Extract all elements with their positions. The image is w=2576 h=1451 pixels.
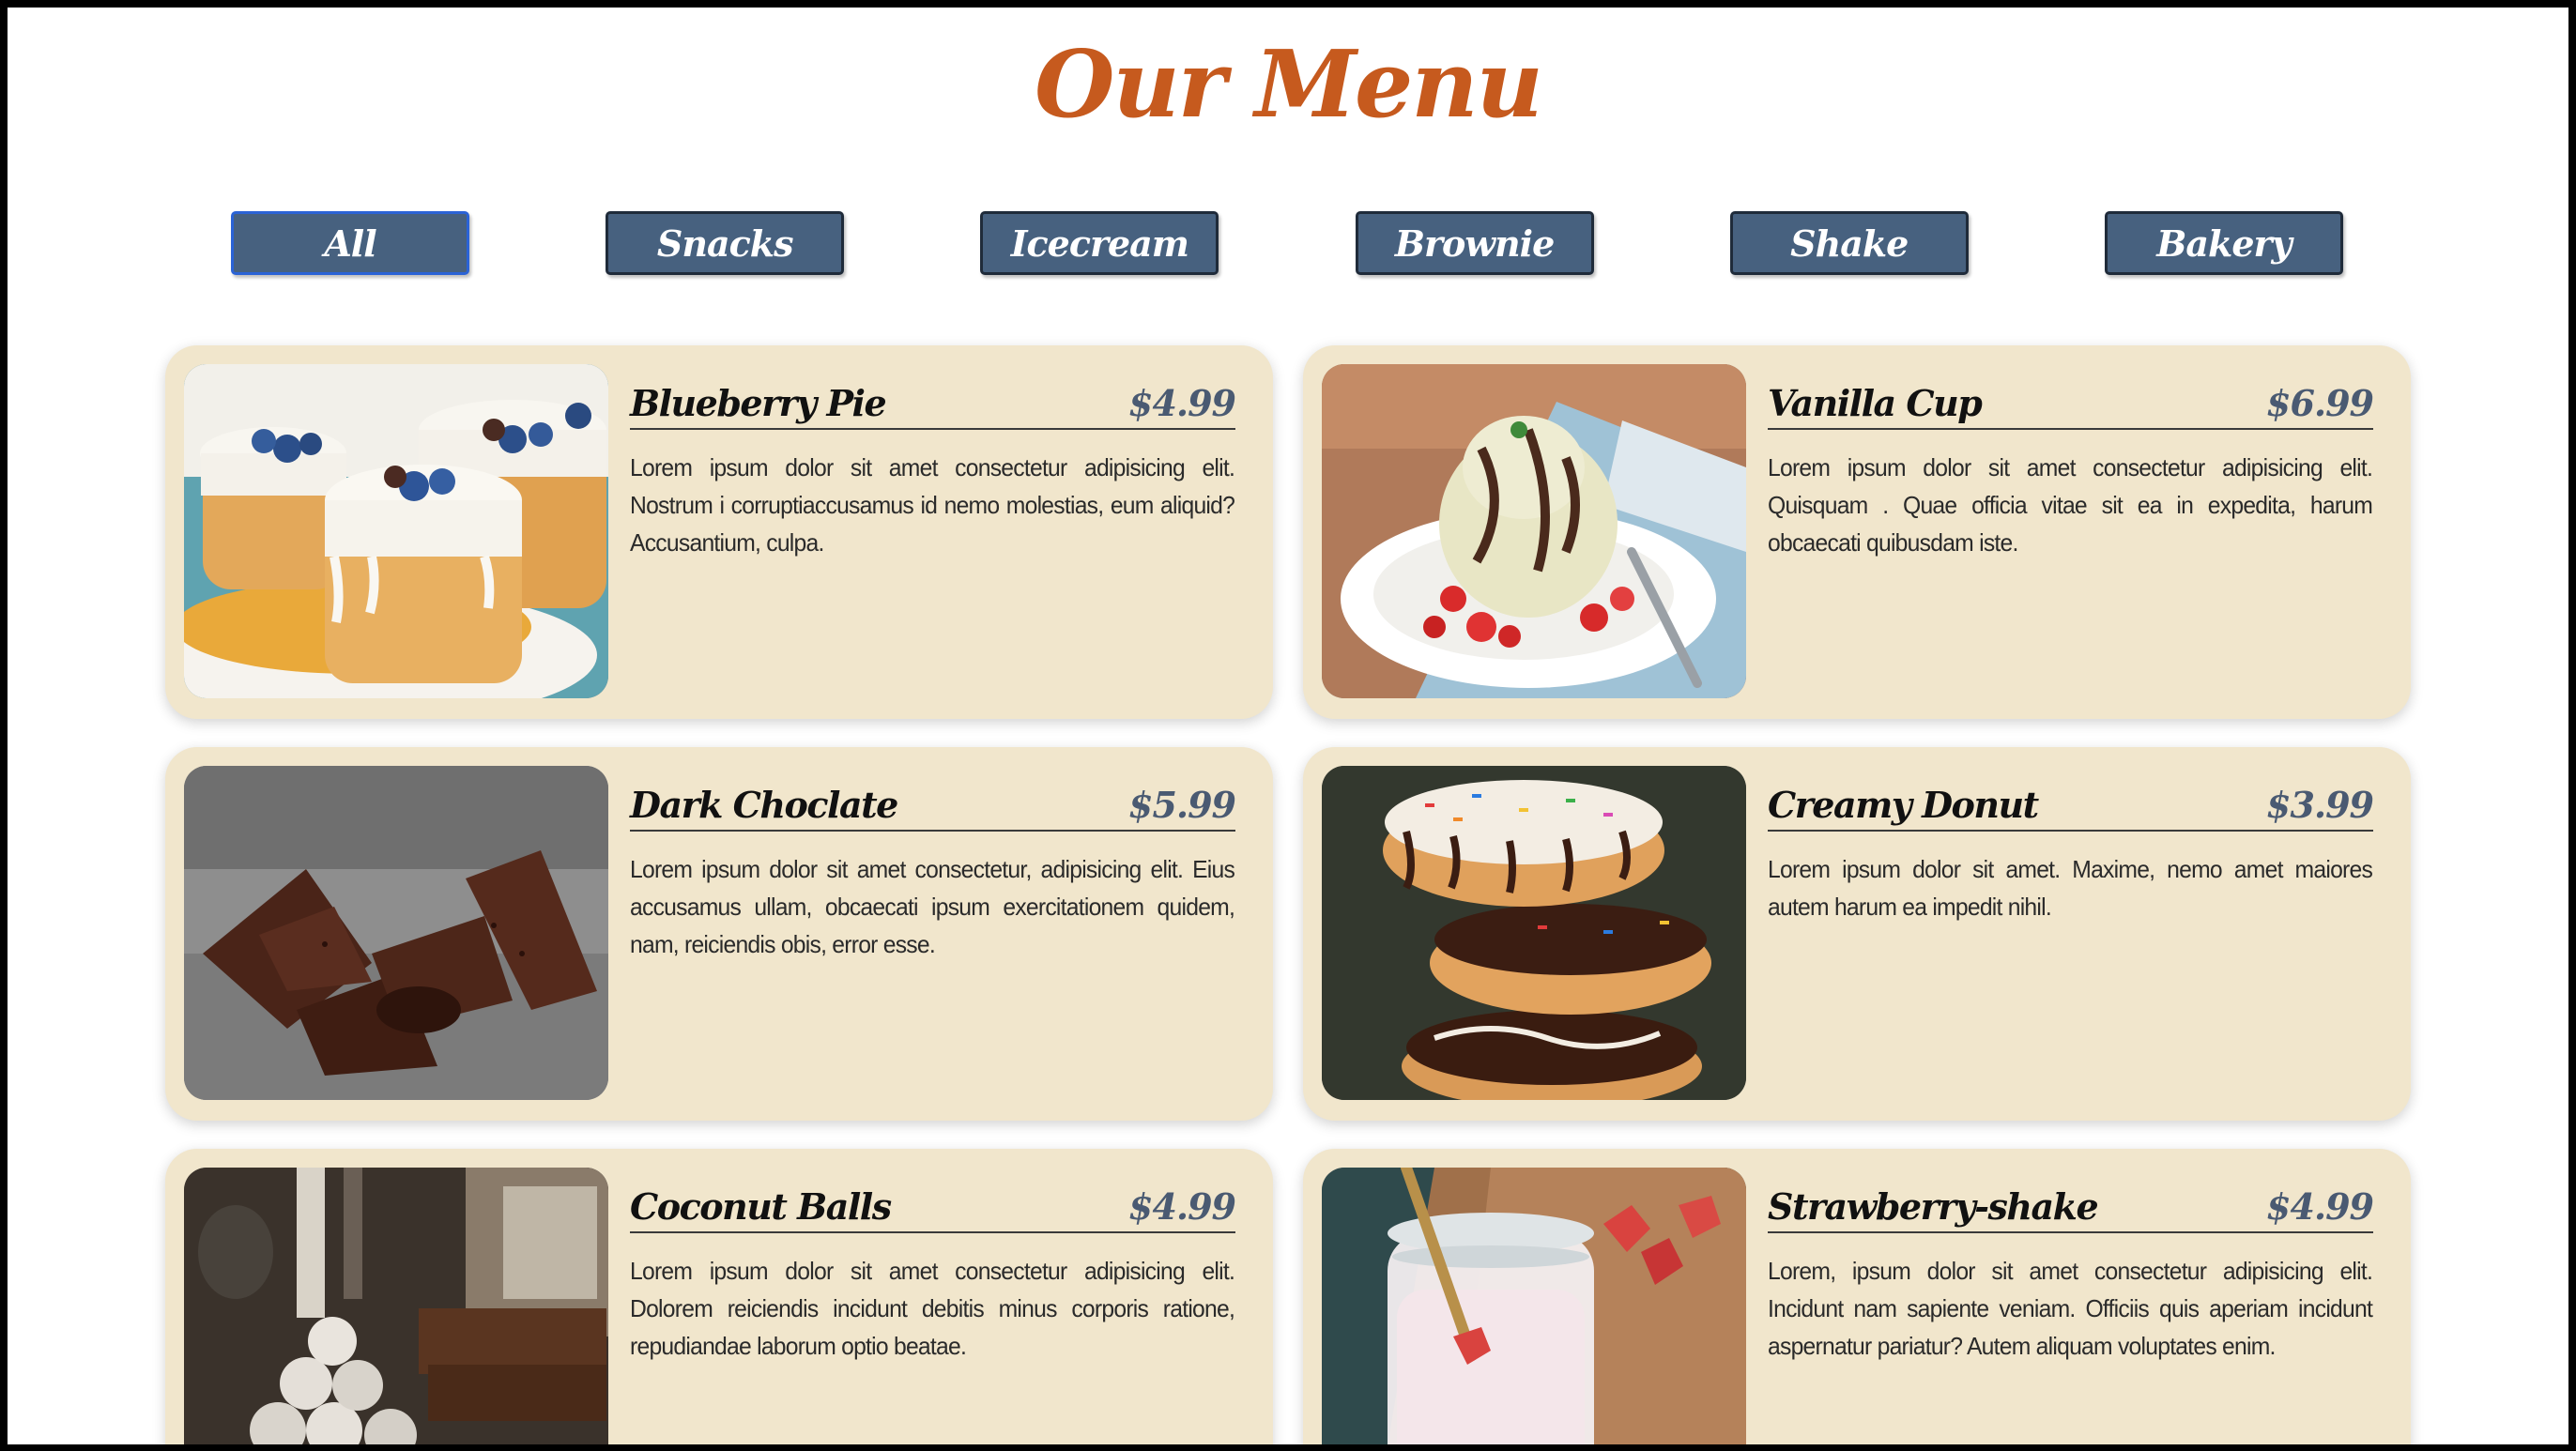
menu-item-price: $4.99 bbox=[2266, 1185, 2374, 1228]
menu-item-info: Dark Choclate $5.99 Lorem ipsum dolor si… bbox=[630, 766, 1236, 963]
menu-item-header: Strawberry-shake $4.99 bbox=[1768, 1168, 2374, 1233]
coconut-balls-photo bbox=[184, 1168, 608, 1444]
donut-stack-photo bbox=[1322, 766, 1746, 1100]
menu-item-header: Blueberry Pie $4.99 bbox=[630, 364, 1236, 430]
blueberry-pie-photo bbox=[184, 364, 608, 698]
page-title: Our Menu bbox=[1035, 31, 1543, 139]
menu-item-description: Lorem ipsum dolor sit amet consectetur, … bbox=[630, 855, 1235, 958]
menu-item-header: Coconut Balls $4.99 bbox=[630, 1168, 1236, 1233]
menu-item-info: Strawberry-shake $4.99 Lorem, ipsum dolo… bbox=[1768, 1168, 2374, 1365]
menu-item-name: Coconut Balls bbox=[630, 1185, 892, 1228]
filter-button-bakery[interactable]: Bakery bbox=[2104, 211, 2343, 275]
menu-item-name: Strawberry-shake bbox=[1768, 1185, 2099, 1228]
menu-item-description: Lorem ipsum dolor sit amet consectetur a… bbox=[630, 453, 1235, 557]
menu-item-header: Vanilla Cup $6.99 bbox=[1768, 364, 2374, 430]
page-frame: Our Menu All Snacks Icecream Brownie Sha… bbox=[0, 0, 2576, 1451]
menu-item-description: Lorem ipsum dolor sit amet consectetur a… bbox=[630, 1257, 1235, 1360]
menu-item-header: Creamy Donut $3.99 bbox=[1768, 766, 2374, 832]
vanilla-icecream-photo bbox=[1322, 364, 1746, 698]
strawberry-shake-photo bbox=[1322, 1168, 1746, 1444]
filter-button-brownie[interactable]: Brownie bbox=[1355, 211, 1594, 275]
menu-item-card[interactable]: Blueberry Pie $4.99 Lorem ipsum dolor si… bbox=[165, 345, 1273, 719]
menu-grid: Blueberry Pie $4.99 Lorem ipsum dolor si… bbox=[165, 345, 2411, 1444]
chocolate-brownie-photo bbox=[184, 766, 608, 1100]
menu-item-name: Blueberry Pie bbox=[630, 382, 887, 424]
menu-item-card[interactable]: Dark Choclate $5.99 Lorem ipsum dolor si… bbox=[165, 747, 1273, 1121]
filter-button-snacks[interactable]: Snacks bbox=[606, 211, 845, 275]
menu-item-info: Creamy Donut $3.99 Lorem ipsum dolor sit… bbox=[1768, 766, 2374, 925]
menu-item-price: $6.99 bbox=[2266, 382, 2374, 424]
menu-item-price: $5.99 bbox=[1128, 784, 1236, 826]
menu-item-name: Vanilla Cup bbox=[1768, 382, 1983, 424]
menu-item-card[interactable]: Creamy Donut $3.99 Lorem ipsum dolor sit… bbox=[1303, 747, 2411, 1121]
menu-item-description: Lorem ipsum dolor sit amet consectetur a… bbox=[1768, 453, 2373, 557]
menu-item-info: Blueberry Pie $4.99 Lorem ipsum dolor si… bbox=[630, 364, 1236, 561]
menu-item-price: $4.99 bbox=[1128, 382, 1236, 424]
menu-item-card[interactable]: Strawberry-shake $4.99 Lorem, ipsum dolo… bbox=[1303, 1149, 2411, 1444]
filter-button-all[interactable]: All bbox=[231, 211, 469, 275]
menu-item-price: $3.99 bbox=[2266, 784, 2374, 826]
menu-item-description: Lorem ipsum dolor sit amet. Maxime, nemo… bbox=[1768, 855, 2373, 921]
menu-item-card[interactable]: Vanilla Cup $6.99 Lorem ipsum dolor sit … bbox=[1303, 345, 2411, 719]
filter-button-shake[interactable]: Shake bbox=[1729, 211, 1969, 275]
menu-item-name: Dark Choclate bbox=[630, 784, 898, 826]
menu-item-card[interactable]: Coconut Balls $4.99 Lorem ipsum dolor si… bbox=[165, 1149, 1273, 1444]
menu-item-info: Vanilla Cup $6.99 Lorem ipsum dolor sit … bbox=[1768, 364, 2374, 561]
filter-button-icecream[interactable]: Icecream bbox=[980, 211, 1219, 275]
menu-item-info: Coconut Balls $4.99 Lorem ipsum dolor si… bbox=[630, 1168, 1236, 1365]
menu-item-price: $4.99 bbox=[1128, 1185, 1236, 1228]
menu-item-description: Lorem, ipsum dolor sit amet consectetur … bbox=[1768, 1257, 2373, 1360]
menu-item-name: Creamy Donut bbox=[1768, 784, 2039, 826]
category-filter-bar: All Snacks Icecream Brownie Shake Bakery bbox=[231, 211, 2343, 277]
menu-item-header: Dark Choclate $5.99 bbox=[630, 766, 1236, 832]
